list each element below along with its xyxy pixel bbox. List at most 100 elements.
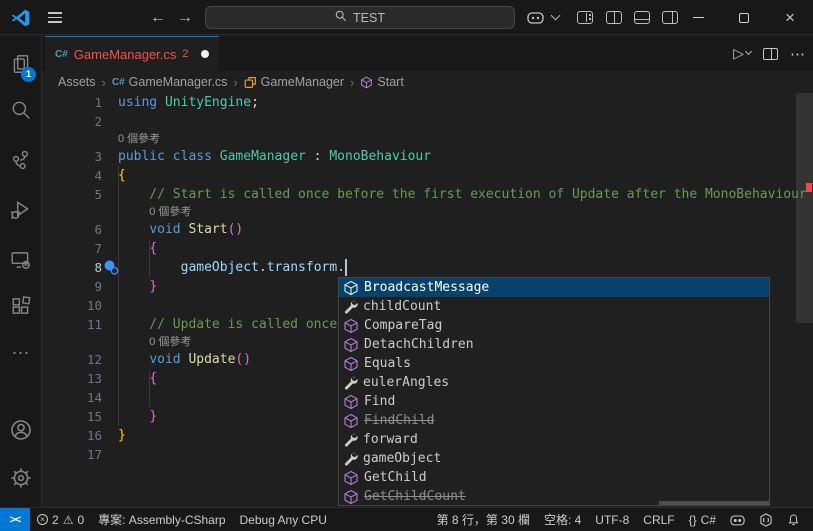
customize-layout-icon[interactable] <box>570 0 600 35</box>
copilot-menu-chevron-icon[interactable] <box>548 0 562 35</box>
accounts-icon[interactable] <box>0 408 42 452</box>
method-cube-icon <box>343 489 359 505</box>
tab-dirty-dot[interactable] <box>200 50 209 58</box>
toggle-panel-icon[interactable] <box>628 0 656 35</box>
suggest-item-forward[interactable]: forward <box>339 430 769 449</box>
window-minimize-button[interactable] <box>675 0 721 35</box>
code-token: } <box>118 428 126 443</box>
line-number: 8 <box>94 260 102 275</box>
method-cube-icon <box>343 356 359 372</box>
suggest-item-label: childCount <box>363 299 442 314</box>
suggest-item-label: GetChildCount <box>364 489 466 504</box>
tab-gamemanager[interactable]: C# GameManager.cs 2 <box>45 36 219 71</box>
search-view-icon[interactable] <box>0 88 42 132</box>
run-and-debug-icon[interactable] <box>0 188 42 232</box>
editor-scrollbar[interactable] <box>796 93 813 323</box>
codelens-references[interactable]: 0 個參考 <box>42 131 813 147</box>
suggest-item-label: eulerAngles <box>363 375 450 390</box>
suggest-item-CompareTag[interactable]: CompareTag <box>339 316 769 335</box>
suggest-item-label: forward <box>363 432 418 447</box>
method-cube-icon <box>343 470 359 486</box>
additional-views-icon[interactable]: ⋯ <box>0 331 42 375</box>
suggest-item-BroadcastMessage[interactable]: BroadcastMessage <box>339 278 769 297</box>
settings-gear-icon[interactable] <box>0 456 42 500</box>
problems-status[interactable]: × 2 ⚠ 0 <box>30 508 91 531</box>
code-token: MonoBehaviour <box>329 149 432 164</box>
breadcrumb-class[interactable]: GameManager <box>244 75 344 89</box>
suggest-item-gameObject[interactable]: gameObject <box>339 449 769 468</box>
line-number: 1 <box>94 95 102 110</box>
breadcrumb-folder[interactable]: Assets <box>58 75 96 89</box>
code-token: // Start is called once before the first… <box>149 187 807 202</box>
suggest-item-childCount[interactable]: childCount <box>339 297 769 316</box>
indentation-status[interactable]: 空格: 4 <box>537 508 588 531</box>
build-config-selector[interactable]: Debug Any CPU <box>233 508 334 531</box>
go-forward-icon[interactable]: → <box>172 0 198 35</box>
codelens-references[interactable]: 0 個參考 <box>42 204 813 220</box>
line-number: 10 <box>86 298 102 313</box>
code-line-8[interactable]: 8 gameObject.transform. <box>42 258 813 277</box>
encoding-status[interactable]: UTF-8 <box>588 508 636 531</box>
copilot-code-action-icon[interactable] <box>104 260 119 278</box>
indent-guide <box>149 240 150 277</box>
code-token: () <box>227 222 244 237</box>
suggest-item-eulerAngles[interactable]: eulerAngles <box>339 373 769 392</box>
suggest-item-DetachChildren[interactable]: DetachChildren <box>339 335 769 354</box>
remote-explorer-icon[interactable] <box>0 238 42 282</box>
error-count: 2 <box>52 512 59 527</box>
window-close-button[interactable]: × <box>767 0 813 35</box>
menu-icon[interactable] <box>40 0 70 35</box>
suggest-item-Equals[interactable]: Equals <box>339 354 769 373</box>
suggest-item-FindChild[interactable]: FindChild <box>339 411 769 430</box>
code-line-7[interactable]: 7 { <box>42 239 813 258</box>
source-control-icon[interactable] <box>0 138 42 182</box>
suggest-item-label: DetachChildren <box>364 337 474 352</box>
suggest-scrollbar[interactable] <box>659 501 769 505</box>
remote-indicator[interactable]: >< <box>0 507 30 531</box>
search-icon <box>335 10 347 25</box>
csharp-devkit-icon[interactable] <box>752 508 780 531</box>
braces-icon: {} <box>688 512 697 527</box>
intellisense-suggest-widget: BroadcastMessage childCount CompareTag Deta… <box>338 277 770 506</box>
notifications-bell-icon[interactable] <box>780 508 807 531</box>
suggest-item-GetChild[interactable]: GetChild <box>339 468 769 487</box>
command-center-search[interactable]: TEST <box>205 6 515 29</box>
code-line-3[interactable]: 3 public class GameManager : MonoBehaviou… <box>42 147 813 166</box>
indent-guide <box>149 370 150 407</box>
code-token: () <box>235 352 252 367</box>
code-line-1[interactable]: 1 using UnityEngine; <box>42 93 813 112</box>
run-button[interactable]: ▷ <box>733 45 753 62</box>
breadcrumb-method[interactable]: Start <box>360 75 404 89</box>
copilot-status-icon[interactable] <box>723 508 752 531</box>
suggest-item-label: gameObject <box>363 451 442 466</box>
split-editor-layout-icon[interactable] <box>600 0 628 35</box>
eol-status[interactable]: CRLF <box>636 508 681 531</box>
code-line-4[interactable]: 4{ <box>42 166 813 185</box>
explorer-icon[interactable]: 1 <box>0 42 42 86</box>
split-editor-icon[interactable] <box>763 47 778 60</box>
breadcrumb-file[interactable]: C# GameManager.cs <box>112 75 227 89</box>
go-back-icon[interactable]: ← <box>145 0 171 35</box>
property-wrench-icon <box>343 375 358 390</box>
project-selector[interactable]: 專案: Assembly-CSharp <box>91 508 232 531</box>
suggest-item-label: Find <box>364 394 396 409</box>
activity-bar: 1 ⋯ <box>0 36 42 507</box>
window-maximize-button[interactable] <box>721 0 767 35</box>
extensions-icon[interactable] <box>0 284 42 328</box>
language-mode-status[interactable]: {} C# <box>682 508 723 531</box>
suggest-item-Find[interactable]: Find <box>339 392 769 411</box>
overview-ruler-error-mark <box>806 183 812 192</box>
text-cursor <box>345 259 347 276</box>
editor-more-actions-icon[interactable]: ⋯ <box>790 45 805 63</box>
warning-icon: ⚠ <box>62 512 74 527</box>
code-token: GameManager <box>219 149 306 164</box>
code-line-2[interactable]: 2 <box>42 112 813 131</box>
copilot-icon[interactable] <box>522 0 548 35</box>
code-token: . <box>258 260 267 275</box>
line-number: 16 <box>86 428 102 443</box>
title-bar: ← → TEST × <box>0 0 813 35</box>
cursor-position-status[interactable]: 第 8 行，第 30 欄 <box>430 508 537 531</box>
code-line-5[interactable]: 5 // Start is called once before the fir… <box>42 185 813 204</box>
code-line-6[interactable]: 6 void Start() <box>42 220 813 239</box>
